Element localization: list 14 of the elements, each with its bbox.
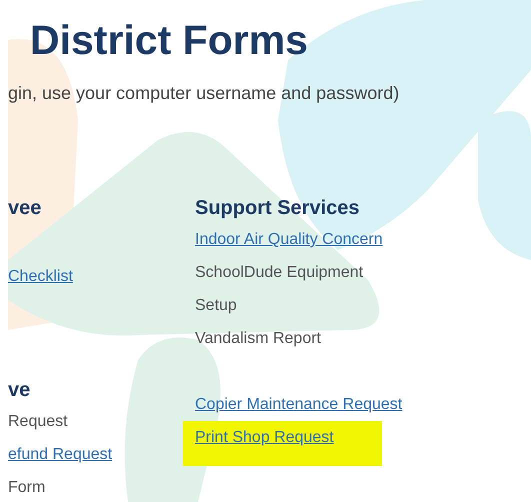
form-name: Vandalism Report [195,329,321,349]
form-link[interactable]: Copier Maintenance Request [195,396,402,413]
form-link[interactable]: Indoor Air Quality Concern [195,231,383,248]
form-name: Request [8,412,68,432]
form-link[interactable]: Checklist [8,268,73,285]
section-heading: vee [8,196,42,221]
form-link[interactable]: Print Shop Request [195,429,334,446]
login-note: gin, use your computer username and password) [8,82,400,105]
section-heading: ve [8,378,32,403]
form-name: Form [8,478,46,498]
section-heading: Support Services [195,196,361,221]
form-name: SchoolDude Equipment Setup [195,263,364,316]
page-title: District Forms [30,16,309,65]
form-link[interactable]: efund Request [8,446,112,463]
